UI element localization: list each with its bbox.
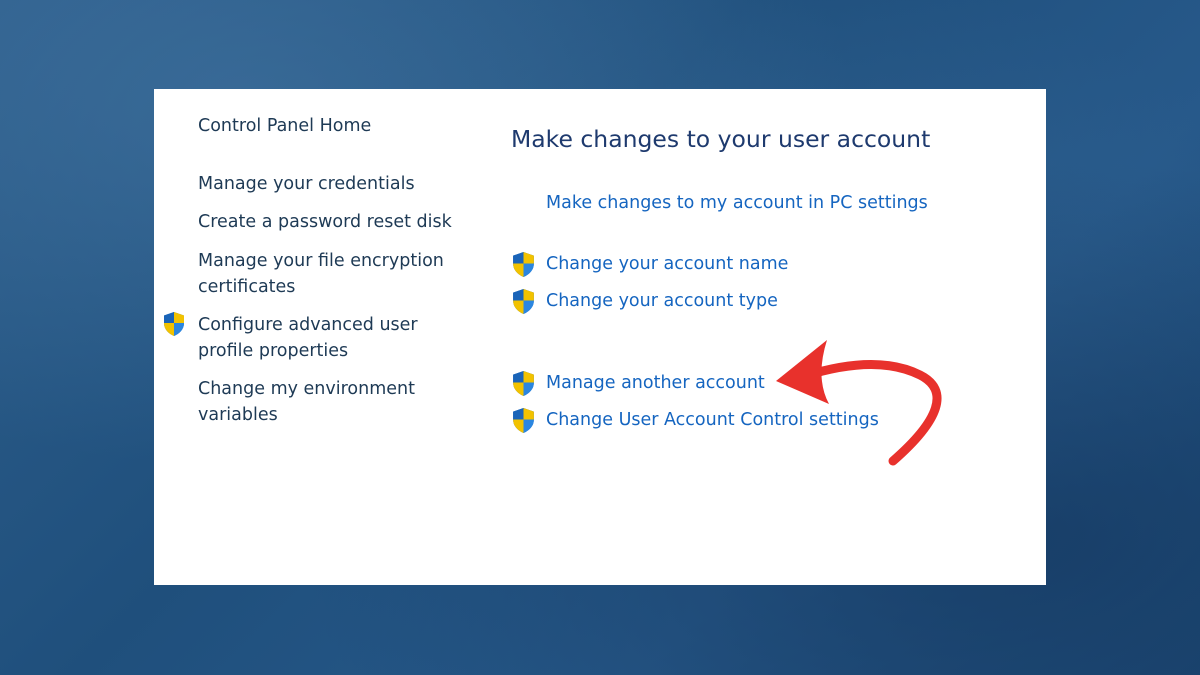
uac-shield-icon (511, 370, 536, 397)
page-title: Make changes to your user account (511, 125, 931, 153)
link-manage-another-account[interactable]: Manage another account (546, 373, 765, 393)
uac-shield-icon (511, 251, 536, 278)
link-change-account-type[interactable]: Change your account type (546, 291, 778, 311)
link-change-account-name[interactable]: Change your account name (546, 254, 788, 274)
link-change-uac-settings[interactable]: Change User Account Control settings (546, 410, 879, 430)
control-panel-window: Control Panel Home Manage your credentia… (154, 89, 1046, 585)
nav-control-panel-home[interactable]: Control Panel Home (198, 113, 468, 139)
uac-shield-icon (511, 407, 536, 434)
nav-change-environment-variables[interactable]: Change my environment variables (198, 376, 468, 428)
nav-create-password-reset-disk[interactable]: Create a password reset disk (198, 209, 468, 235)
uac-shield-icon (162, 311, 186, 337)
nav-manage-credentials[interactable]: Manage your credentials (198, 171, 468, 197)
main-content-pane: Make changes to your user account Make c… (474, 89, 1046, 585)
uac-shield-icon (511, 288, 536, 315)
left-navigation-pane: Control Panel Home Manage your credentia… (154, 89, 474, 585)
nav-manage-file-encryption-certificates[interactable]: Manage your file encryption certificates (198, 248, 468, 300)
link-pc-settings[interactable]: Make changes to my account in PC setting… (546, 193, 928, 213)
nav-configure-advanced-user-profile[interactable]: Configure advanced user profile properti… (198, 312, 468, 364)
